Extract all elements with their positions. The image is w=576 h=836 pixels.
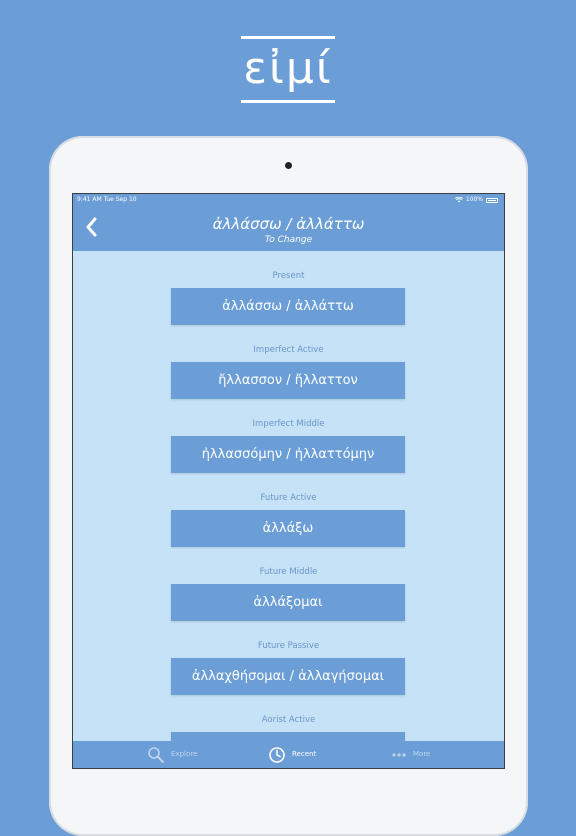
form-label: Future Active <box>260 493 317 503</box>
status-bar: 9:41 AM Tue Sep 10 100% <box>73 194 504 206</box>
form-button[interactable]: ἠλλασσόμην / ἠλλαττόμην <box>171 436 405 473</box>
clock-icon <box>269 746 285 763</box>
tab-label: Explore <box>171 750 198 758</box>
tab-more[interactable]: More <box>391 741 430 768</box>
status-time-date: 9:41 AM Tue Sep 10 <box>77 196 137 203</box>
app-screen: 9:41 AM Tue Sep 10 100% ἀλλάσσω / ἀλλάττ… <box>73 194 504 768</box>
navigation-bar: ἀλλάσσω / ἀλλάττω To Change <box>73 206 504 251</box>
page-subtitle: To Change <box>264 235 313 245</box>
form-button[interactable]: ἤλλασσον / ἤλλαττον <box>171 362 405 399</box>
battery-icon <box>486 197 498 203</box>
form-label: Imperfect Middle <box>252 419 325 429</box>
brand-bottom-line <box>241 100 335 103</box>
camera-dot <box>285 162 292 169</box>
form-button[interactable]: ἀλλαχθήσομαι / ἀλλαγήσομαι <box>171 658 405 695</box>
form-label: Aorist Active <box>261 715 316 725</box>
tab-explore[interactable]: Explore <box>147 741 197 768</box>
brand-top-line <box>241 36 335 39</box>
form-button[interactable]: ἀλλάσσω / ἀλλάττω <box>171 288 405 325</box>
page-title: ἀλλάσσω / ἀλλάττω <box>212 215 365 233</box>
wifi-icon <box>454 197 463 203</box>
tab-bar: Explore Recent More <box>73 741 504 768</box>
tab-label: Recent <box>292 750 317 758</box>
search-icon <box>148 746 164 763</box>
brand-logo-text: εἰμί <box>243 43 333 94</box>
form-label: Future Passive <box>257 641 320 651</box>
more-dots-icon <box>392 752 406 757</box>
form-label: Future Middle <box>259 567 318 577</box>
form-button[interactable]: ἀλλάξω <box>171 510 405 547</box>
form-button[interactable]: ἀλλάξομαι <box>171 584 405 621</box>
tab-label: More <box>413 750 431 758</box>
status-right: 100% <box>454 194 498 206</box>
form-label: Present <box>272 271 305 281</box>
battery-percent: 100% <box>465 196 483 203</box>
tab-recent[interactable]: Recent <box>268 741 316 768</box>
form-label: Imperfect Active <box>253 345 324 355</box>
